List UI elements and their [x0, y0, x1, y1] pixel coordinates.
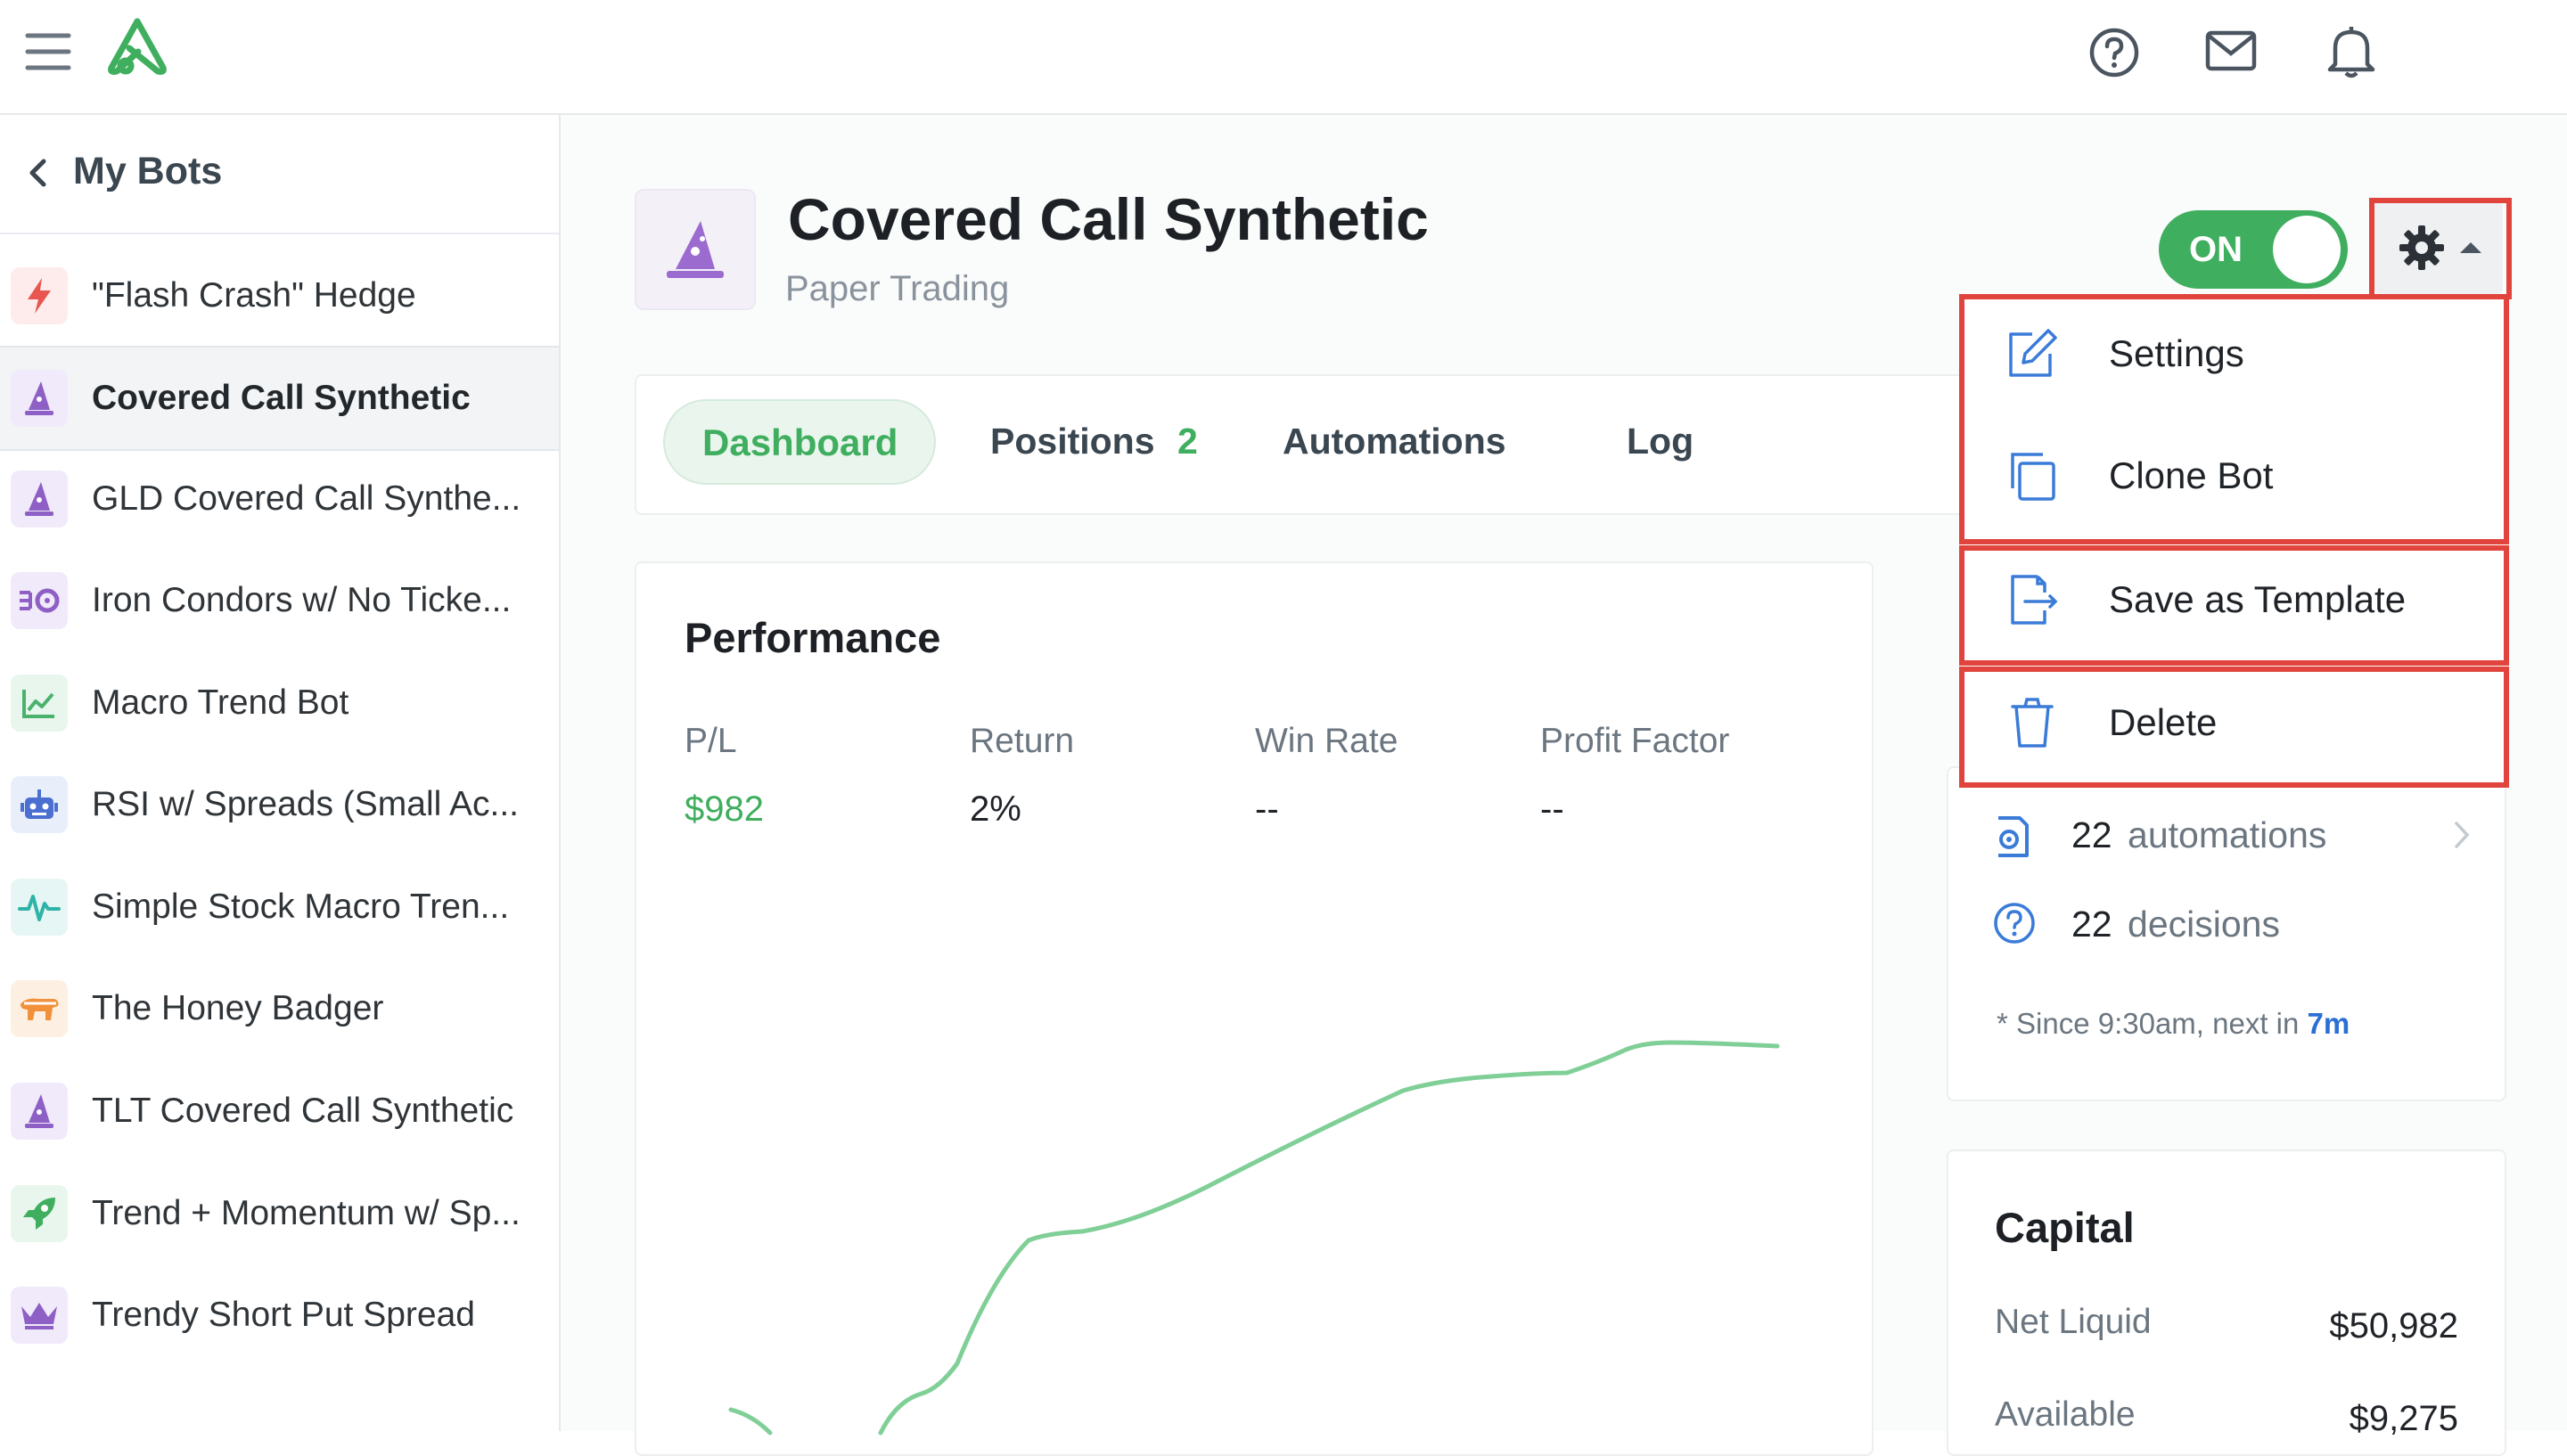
sidebar-item-label: GLD Covered Call Synthe... [92, 479, 521, 518]
toggle-knob [2273, 216, 2341, 283]
decisions-summary: 22 decisions [2071, 904, 2280, 945]
robot-icon [11, 776, 68, 833]
sidebar-item-label: "Flash Crash" Hedge [92, 276, 416, 315]
sidebar-item-label: Covered Call Synthetic [92, 379, 471, 417]
sidebar-item-macro-trend-bot[interactable]: Macro Trend Bot [0, 652, 559, 754]
bot-subtitle: Paper Trading [785, 269, 1010, 308]
highlight-box-settings-clone [1959, 294, 2509, 544]
tab-label: Positions [990, 421, 1155, 462]
capital-row-label: Net Liquid [1995, 1303, 2152, 1341]
logo-icon[interactable] [103, 16, 172, 78]
help-circle-icon [1993, 902, 2036, 945]
chevron-left-icon [27, 158, 48, 188]
pulse-icon [11, 879, 68, 936]
sidebar-item-label: RSI w/ Spreads (Small Ac... [92, 785, 519, 823]
available-value: $9,275 [2349, 1399, 2458, 1438]
tab-positions[interactable]: Positions 2 [990, 421, 1198, 462]
trend-chart-icon [11, 675, 68, 732]
highlight-box-gear [2369, 198, 2512, 299]
wizard-hat-icon [11, 470, 68, 528]
automations-count: 22 [2071, 814, 2112, 855]
sidebar-item-simple-stock-macro[interactable]: Simple Stock Macro Tren... [0, 856, 559, 958]
tab-dashboard[interactable]: Dashboard [663, 399, 936, 485]
sidebar-item-label: Trendy Short Put Spread [92, 1296, 475, 1334]
sidebar-item-trend-momentum[interactable]: Trend + Momentum w/ Sp... [0, 1163, 559, 1264]
wizard-hat-icon [11, 370, 68, 427]
sidebar-item-label: Macro Trend Bot [92, 683, 349, 722]
capital-card: Capital Net Liquid $50,982 Available $9,… [1947, 1149, 2506, 1456]
toggle-label: ON [2189, 230, 2243, 269]
decisions-count: 22 [2071, 904, 2112, 945]
tab-label: Dashboard [702, 421, 898, 463]
back-to-my-bots[interactable]: My Bots [0, 115, 559, 234]
capital-title: Capital [1995, 1204, 2135, 1251]
performance-line [728, 1040, 1780, 1436]
automation-gear-file-icon [1991, 814, 2032, 859]
sidebar-item-label: Iron Condors w/ No Ticke... [92, 581, 512, 619]
activity-card: 22 automations 22 decisions * Since 9:30… [1947, 766, 2506, 1101]
highlight-box-save-template [1959, 545, 2509, 666]
highlight-box-delete [1959, 667, 2509, 788]
page-title: Covered Call Synthetic [788, 186, 1429, 252]
help-icon[interactable] [2088, 27, 2140, 78]
tab-log[interactable]: Log [1627, 421, 1694, 462]
sidebar-item-rsi-spreads[interactable]: RSI w/ Spreads (Small Ac... [0, 754, 559, 855]
sidebar-item-trendy-short-put[interactable]: Trendy Short Put Spread [0, 1264, 559, 1366]
tab-label: Log [1627, 421, 1694, 462]
performance-line-chart [728, 1040, 1780, 1436]
badger-icon [11, 980, 68, 1037]
sidebar-item-tlt-covered-call[interactable]: TLT Covered Call Synthetic [0, 1060, 559, 1162]
bell-icon[interactable] [2326, 25, 2376, 78]
bot-on-toggle[interactable]: ON [2159, 210, 2348, 289]
condor-icon [11, 572, 68, 629]
my-bots-label: My Bots [73, 150, 223, 192]
sidebar-item-honey-badger[interactable]: The Honey Badger [0, 958, 559, 1059]
chevron-right-icon[interactable] [2453, 820, 2471, 850]
automations-summary[interactable]: 22 automations [2071, 814, 2326, 856]
performance-card: Performance P/L $982 Return 2% Win Rate … [635, 561, 1874, 1456]
sidebar-item-label: The Honey Badger [92, 989, 384, 1027]
automations-label: automations [2128, 814, 2327, 855]
sidebar-item-label: TLT Covered Call Synthetic [92, 1092, 514, 1130]
activity-note-text: * Since 9:30am, next in [1997, 1007, 2308, 1040]
wizard-hat-icon [661, 217, 729, 282]
sidebar-item-covered-call-synthetic[interactable]: Covered Call Synthetic [0, 346, 559, 451]
capital-row-label: Available [1995, 1395, 2136, 1434]
crown-icon [11, 1287, 68, 1344]
sidebar-item-gld-covered-call[interactable]: GLD Covered Call Synthe... [0, 448, 559, 550]
mail-icon[interactable] [2205, 30, 2257, 71]
bot-avatar [635, 189, 756, 310]
net-liquid-value: $50,982 [2329, 1306, 2458, 1346]
decisions-label: decisions [2128, 904, 2280, 945]
tab-label: Automations [1283, 421, 1506, 462]
sidebar-item-iron-condors[interactable]: Iron Condors w/ No Ticke... [0, 550, 559, 651]
next-run-time: 7m [2307, 1007, 2350, 1040]
tabs-bar: Dashboard Positions 2 Automations Log [635, 374, 1975, 515]
sidebar-item-label: Simple Stock Macro Tren... [92, 888, 510, 926]
sidebar-item-label: Trend + Momentum w/ Sp... [92, 1194, 521, 1232]
rocket-icon [11, 1185, 68, 1242]
menu-icon[interactable] [25, 30, 71, 73]
top-bar [0, 0, 2567, 115]
positions-count-badge: 2 [1177, 421, 1198, 462]
bots-sidebar: My Bots "Flash Crash" Hedge Covered Call… [0, 115, 561, 1431]
lightning-icon [11, 267, 68, 324]
tab-automations[interactable]: Automations [1283, 421, 1506, 462]
sidebar-item-flash-crash-hedge[interactable]: "Flash Crash" Hedge [0, 245, 559, 347]
activity-note: * Since 9:30am, next in 7m [1997, 1007, 2350, 1041]
wizard-hat-icon [11, 1083, 68, 1140]
